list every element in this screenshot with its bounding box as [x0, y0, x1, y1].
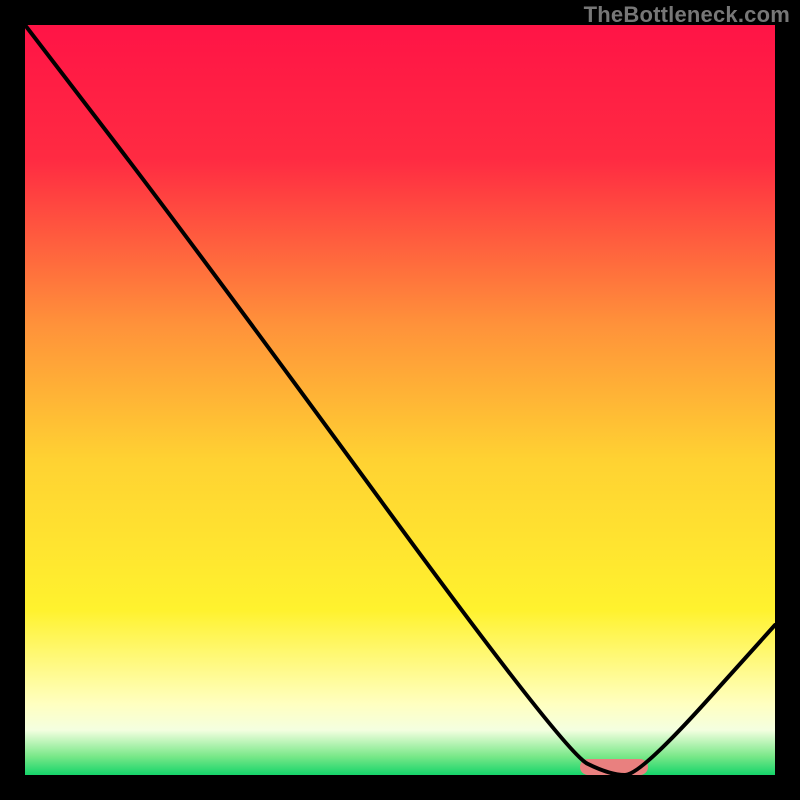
chart-frame: TheBottleneck.com	[0, 0, 800, 800]
plot-area	[25, 25, 775, 775]
gradient-background	[25, 25, 775, 775]
optimal-range-marker	[580, 759, 648, 775]
